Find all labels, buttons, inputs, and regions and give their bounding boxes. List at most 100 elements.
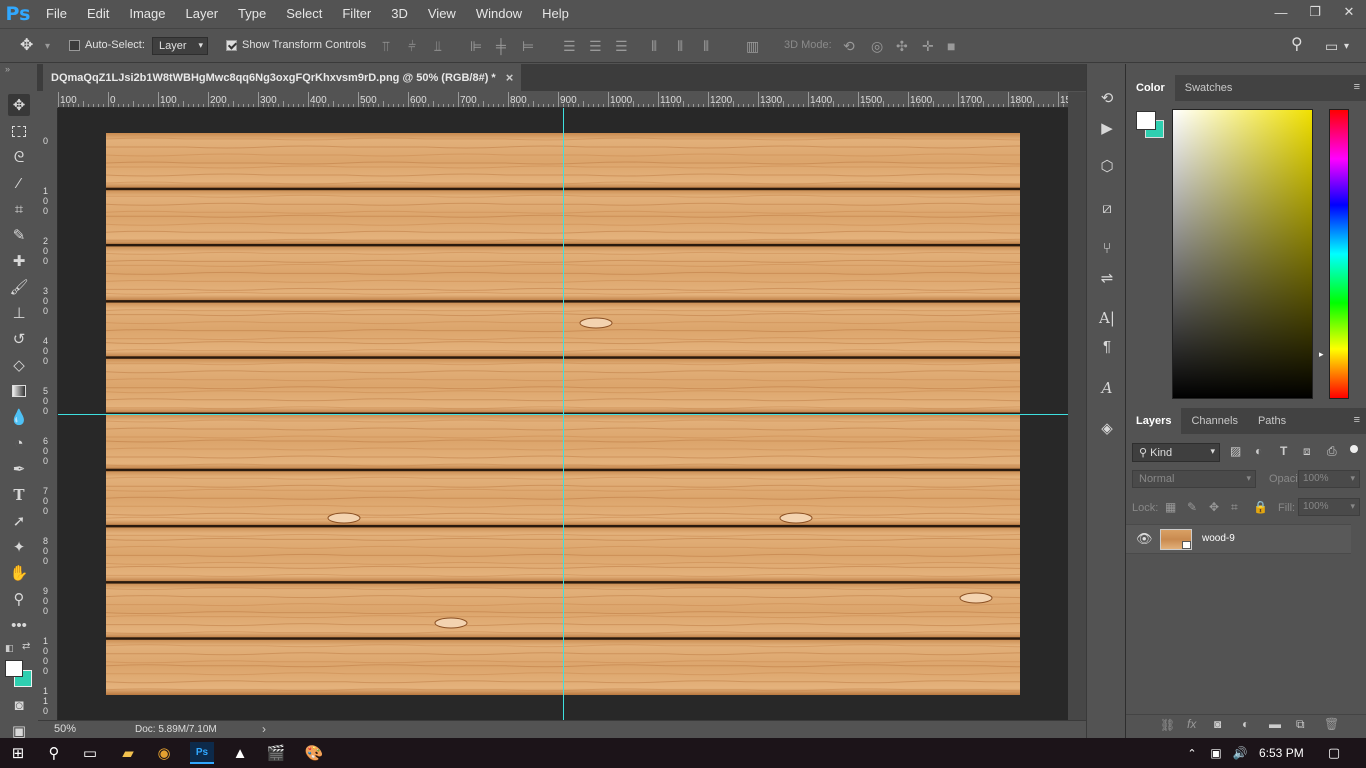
blend-mode-dropdown[interactable]: Normal ▾ — [1132, 470, 1256, 488]
auto-select-checkbox[interactable] — [69, 40, 80, 51]
chrome-icon[interactable]: ◉ — [152, 742, 176, 764]
tab-paths[interactable]: Paths — [1248, 408, 1296, 434]
magic-wand-tool-icon[interactable]: ⁄ — [8, 172, 30, 194]
align-left-icon[interactable]: ⊫ — [470, 38, 482, 54]
canvas-area[interactable] — [58, 108, 1068, 720]
lock-all-icon[interactable]: 🔒 — [1253, 500, 1268, 514]
link-layers-icon[interactable]: ⛓ — [1160, 718, 1175, 732]
file-explorer-icon[interactable]: ▰ — [116, 742, 140, 764]
eyedropper-tool-icon[interactable]: ✎ — [8, 224, 30, 246]
tab-channels[interactable]: Channels — [1181, 408, 1247, 434]
auto-select-dropdown[interactable]: Layer ▾ — [152, 37, 208, 55]
align-hcenter-icon[interactable]: ╪ — [496, 38, 506, 54]
foreground-color-swatch[interactable] — [1136, 111, 1156, 130]
paragraph-panel-icon[interactable]: ¶ — [1097, 336, 1117, 356]
swap-colors-icon[interactable]: ⇄ — [22, 641, 30, 652]
dodge-tool-icon[interactable]: ◔ — [8, 432, 30, 454]
tab-swatches[interactable]: Swatches — [1175, 75, 1243, 101]
collapse-toolbar-icon[interactable]: » — [5, 64, 10, 74]
3d-panel-icon[interactable]: ⬡ — [1097, 156, 1117, 176]
chevron-down-icon[interactable]: ▾ — [45, 39, 50, 55]
character-panel-icon[interactable]: A| — [1097, 308, 1117, 328]
hue-marker-icon[interactable]: ▸ — [1319, 349, 1324, 360]
move-tool-icon[interactable]: ✥ — [20, 38, 33, 54]
add-mask-icon[interactable]: ◙ — [1214, 717, 1221, 731]
3d-slide-icon[interactable]: ✛ — [922, 38, 934, 54]
menu-filter[interactable]: Filter — [332, 0, 381, 28]
align-top-icon[interactable]: ⫪ — [382, 38, 390, 54]
menu-window[interactable]: Window — [466, 0, 532, 28]
distribute-hcenter-icon[interactable]: ⦀ — [677, 38, 683, 54]
delete-layer-icon[interactable]: 🗑 — [1324, 717, 1339, 731]
windows-start-icon[interactable]: ⊞ — [6, 742, 30, 764]
filter-pixel-icon[interactable]: ▨ — [1230, 444, 1241, 458]
3d-scale-icon[interactable]: ■ — [947, 38, 955, 54]
lock-position-icon[interactable]: ✥ — [1209, 500, 1219, 514]
tab-layers[interactable]: Layers — [1126, 408, 1182, 434]
lock-artboard-icon[interactable]: ⌗ — [1231, 500, 1238, 515]
filter-type-icon[interactable]: T — [1280, 444, 1287, 458]
crop-tool-icon[interactable]: ⌗ — [8, 198, 30, 220]
color-field[interactable] — [1172, 109, 1313, 399]
filter-smart-object-icon[interactable]: ⎙ — [1327, 444, 1337, 459]
status-menu-arrow[interactable]: › — [262, 722, 266, 736]
eraser-tool-icon[interactable]: ◇ — [8, 354, 30, 376]
glyphs-panel-icon[interactable]: A — [1097, 378, 1117, 398]
document-tab[interactable]: DQmaQqZ1LJsi2b1W8tWBHgMwc8qq6Ng3oxgFQrKh… — [43, 64, 522, 91]
move-tool-icon[interactable]: ✥ — [8, 94, 30, 116]
menu-select[interactable]: Select — [276, 0, 332, 28]
new-layer-icon[interactable]: ⧉ — [1296, 717, 1305, 732]
lock-transparent-icon[interactable]: ▦ — [1165, 500, 1176, 514]
chevron-down-icon[interactable]: ▾ — [1344, 39, 1349, 55]
path-selection-tool-icon[interactable]: ➚ — [8, 510, 30, 532]
horizontal-ruler[interactable]: 100 0 100 200 300 400 500 600 700 800 900 1000 1100 1… — [58, 92, 1068, 108]
opacity-field[interactable]: 100% ▾ — [1298, 470, 1360, 488]
zoom-level[interactable]: 50% — [54, 723, 76, 735]
lock-pixels-icon[interactable]: ✎ — [1187, 500, 1197, 514]
clone-stamp-tool-icon[interactable]: ⊥ — [8, 302, 30, 324]
tab-color[interactable]: Color — [1126, 75, 1175, 101]
workspace-icon[interactable]: ▭ — [1325, 38, 1338, 54]
align-bottom-icon[interactable]: ⫫ — [434, 38, 442, 54]
adjustments-panel-icon[interactable]: ⇌ — [1097, 268, 1117, 288]
visibility-eye-icon[interactable]: 👁 — [1136, 531, 1153, 547]
lasso-tool-icon[interactable]: ᘓ — [8, 146, 30, 168]
video-editor-icon[interactable]: 🎬 — [264, 742, 288, 764]
distribute-left-icon[interactable]: ⦀ — [651, 38, 657, 54]
network-icon[interactable]: ▣ — [1204, 742, 1228, 764]
photos-icon[interactable]: ▲ — [228, 742, 252, 764]
auto-align-icon[interactable]: ▥ — [746, 38, 759, 54]
menu-3d[interactable]: 3D — [381, 0, 418, 28]
quick-mask-icon[interactable]: ◙ — [8, 694, 30, 716]
3d-pan-icon[interactable]: ✣ — [896, 38, 908, 54]
actions-panel-icon[interactable]: ▶ — [1097, 118, 1117, 138]
menu-view[interactable]: View — [418, 0, 466, 28]
restore-button[interactable]: ❐ — [1298, 0, 1332, 24]
libraries-panel-icon[interactable]: ⧄ — [1097, 198, 1117, 218]
hand-tool-icon[interactable]: ✋ — [8, 562, 30, 584]
panel-menu-icon[interactable]: ≡ — [1354, 414, 1360, 426]
menu-layer[interactable]: Layer — [176, 0, 229, 28]
menu-image[interactable]: Image — [119, 0, 175, 28]
3d-roll-icon[interactable]: ◎ — [871, 38, 883, 54]
panel-menu-icon[interactable]: ≡ — [1354, 81, 1360, 93]
pen-tool-icon[interactable]: ✒ — [8, 458, 30, 480]
fx-icon[interactable]: fx — [1187, 717, 1196, 731]
show-transform-checkbox[interactable] — [226, 40, 237, 51]
vertical-ruler[interactable]: 0 1 0 0 2 0 0 3 0 0 4 0 0 5 0 0 6 0 0 7 0 0 8 0 … — [38, 108, 58, 720]
filter-shape-icon[interactable]: ⧈ — [1303, 444, 1311, 459]
filter-kind-dropdown[interactable]: ⚲ Kind ▾ — [1132, 443, 1220, 462]
default-colors-icon[interactable]: ◧ — [5, 643, 14, 654]
foreground-color-swatch[interactable] — [5, 660, 23, 677]
3d-rotate-icon[interactable]: ⟲ — [843, 38, 855, 54]
layer-name[interactable]: wood-9 — [1202, 533, 1235, 544]
history-panel-icon[interactable]: ⟲ — [1097, 88, 1117, 108]
brush-tool-icon[interactable]: 🖌 — [8, 276, 30, 298]
filter-adjustment-icon[interactable]: ◐ — [1255, 444, 1262, 458]
shape-tool-icon[interactable]: ✦ — [8, 536, 30, 558]
zoom-tool-icon[interactable]: ⚲ — [8, 588, 30, 610]
brushes-panel-icon[interactable]: ⑂ — [1097, 238, 1117, 258]
close-button[interactable]: ✕ — [1332, 0, 1366, 24]
distribute-bottom-icon[interactable]: ☰ — [615, 38, 628, 54]
search-icon[interactable]: ⚲ — [1291, 37, 1303, 53]
